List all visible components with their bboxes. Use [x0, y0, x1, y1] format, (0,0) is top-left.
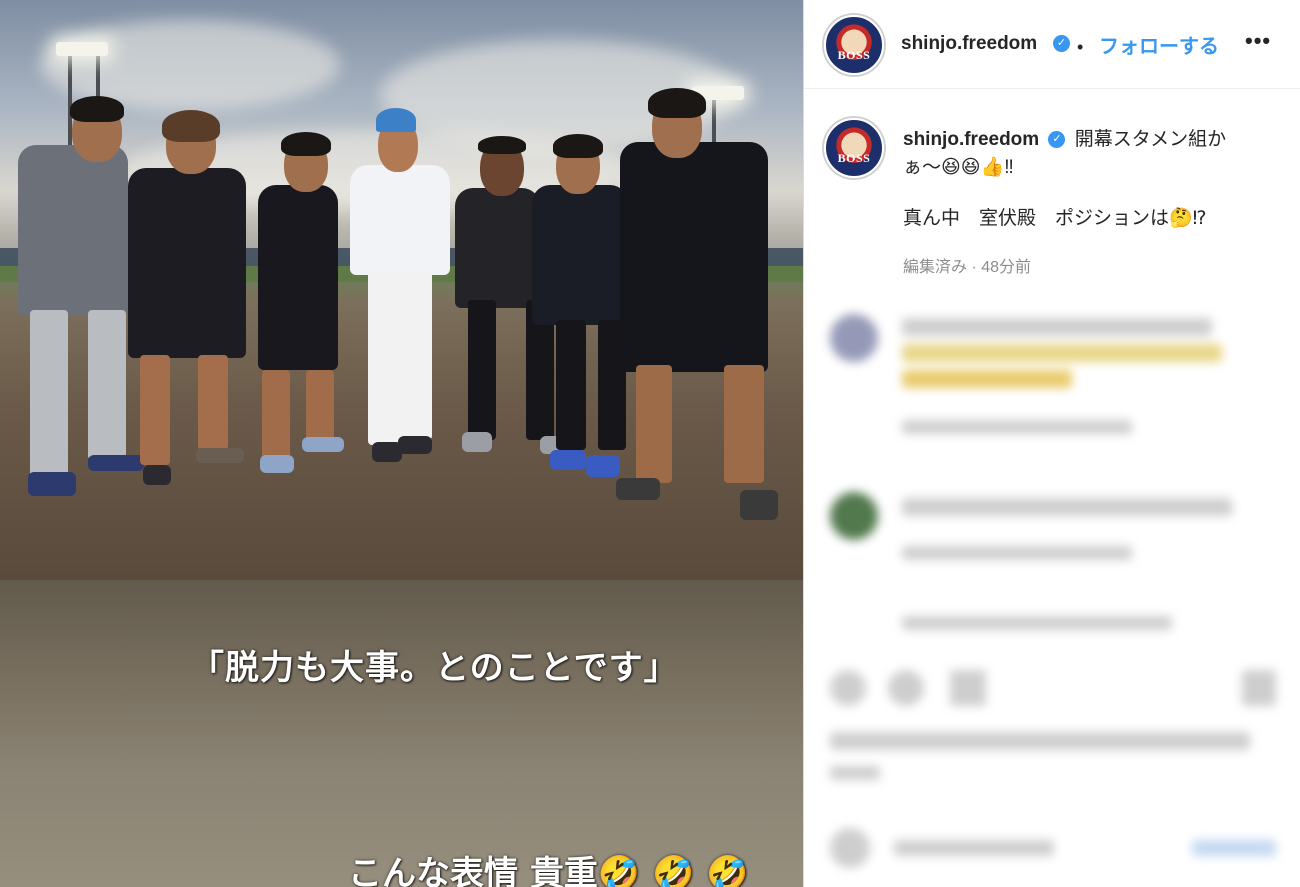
post-header: BOSS shinjo.freedom ✓ • フォローする •••	[804, 0, 1300, 89]
photo-caption-area	[0, 580, 803, 887]
avatar-text: BOSS	[837, 151, 871, 165]
caption-avatar[interactable]: BOSS	[824, 118, 884, 178]
blurred-comments	[804, 292, 1300, 887]
verified-badge-icon: ✓	[1048, 131, 1066, 149]
follow-button[interactable]: フォローする	[1099, 30, 1219, 59]
photo-caption-top: 「脱力も大事。とのことです」	[190, 648, 679, 688]
verified-badge-icon: ✓	[1053, 35, 1070, 52]
header-separator: •	[1077, 37, 1084, 57]
avatar-text: BOSS	[837, 48, 871, 62]
caption-username[interactable]: shinjo.freedom	[903, 129, 1039, 150]
stadium-light	[56, 42, 108, 56]
post-meta: 編集済み · 48分前	[903, 259, 1032, 276]
team-photo	[0, 0, 803, 580]
photo-caption-bottom: こんな表情 貴重🤣 🤣 🤣	[348, 854, 749, 887]
caption-text-line1b: ぁ〜😆😆👍‼	[903, 157, 1014, 178]
caption-text-line1: 開幕スタメン組か	[1074, 129, 1227, 150]
caption-text-line2: 真ん中 室伏殿 ポジションは🤔⁉	[903, 208, 1207, 229]
header-username[interactable]: shinjo.freedom	[901, 33, 1037, 55]
post-caption: shinjo.freedom ✓ 開幕スタメン組か ぁ〜😆😆👍‼	[903, 126, 1263, 182]
profile-avatar[interactable]: BOSS	[824, 15, 884, 75]
more-options-icon[interactable]: •••	[1245, 28, 1271, 54]
post-side-panel: BOSS shinjo.freedom ✓ • フォローする ••• BOSS …	[803, 0, 1300, 887]
post-photo: 「脱力も大事。とのことです」 こんな表情 貴重🤣 🤣 🤣	[0, 0, 803, 887]
